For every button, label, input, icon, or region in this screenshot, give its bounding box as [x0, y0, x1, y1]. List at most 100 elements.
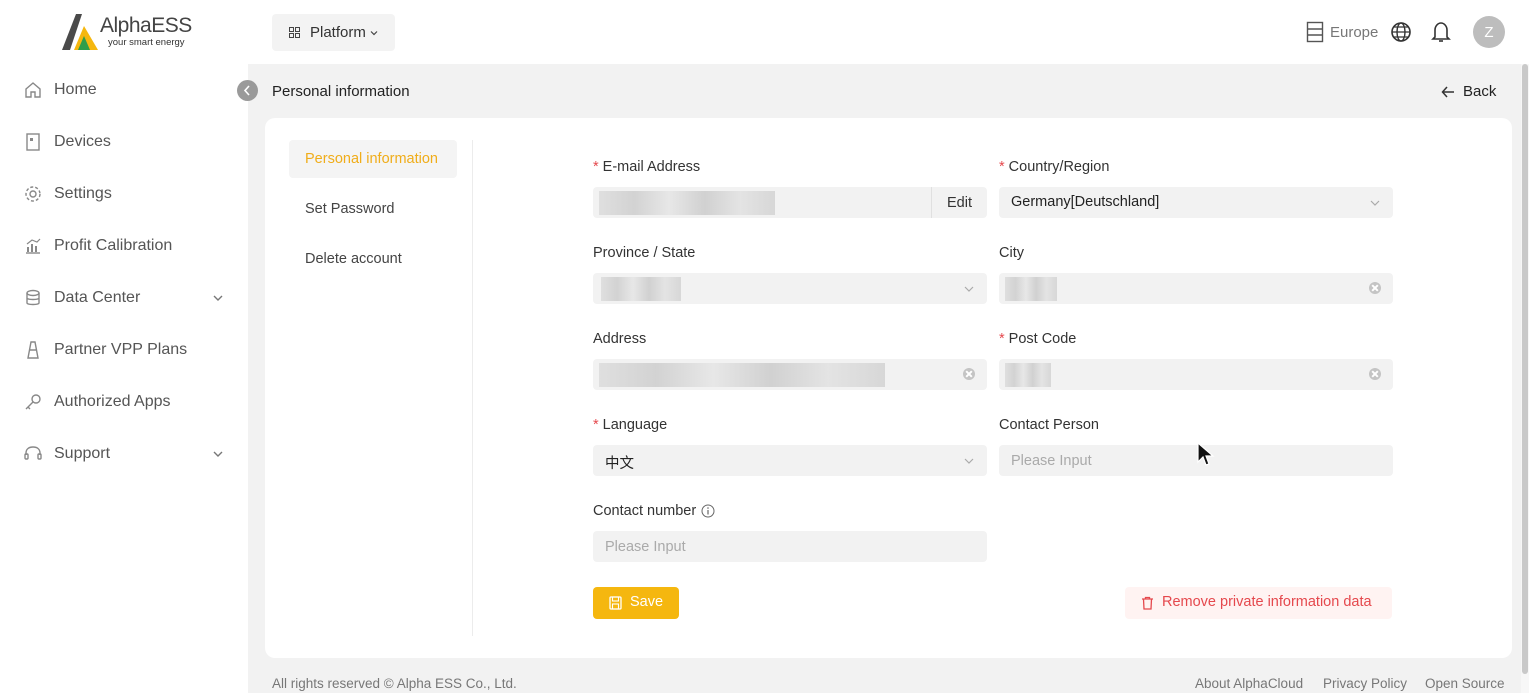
- vpp-icon: [27, 341, 39, 359]
- clear-icon[interactable]: [1369, 368, 1381, 380]
- page-title: Personal information: [272, 83, 410, 100]
- gear-icon: [25, 186, 41, 202]
- clear-icon[interactable]: [1369, 282, 1381, 294]
- top-bar: Platform Europe Z: [248, 0, 1529, 64]
- contact-person-label: Contact Person: [999, 417, 1099, 433]
- sidebar-item-home[interactable]: Home: [0, 70, 248, 110]
- about-alphacloud-link[interactable]: About AlphaCloud: [1195, 676, 1303, 691]
- globe-icon[interactable]: [1390, 21, 1412, 43]
- bell-icon[interactable]: [1430, 20, 1452, 44]
- required-mark: *: [999, 159, 1005, 175]
- contact-number-placeholder: Please Input: [605, 539, 686, 555]
- info-icon[interactable]: [701, 504, 715, 518]
- sidebar-item-label: Devices: [54, 133, 111, 150]
- remove-label: Remove private information data: [1162, 594, 1372, 610]
- chevron-down-icon: [213, 451, 223, 457]
- sidebar-item-devices[interactable]: Devices: [0, 122, 248, 162]
- trash-icon: [1142, 596, 1153, 610]
- language-select[interactable]: 中文: [593, 445, 987, 476]
- sidebar-item-label: Authorized Apps: [54, 393, 171, 410]
- contact-person-field[interactable]: Please Input: [999, 445, 1393, 476]
- database-icon: [26, 289, 40, 306]
- required-mark: *: [593, 417, 599, 433]
- logo-mark-icon: [62, 14, 98, 50]
- sidebar-item-label: Profit Calibration: [54, 237, 173, 254]
- postcode-field[interactable]: [999, 359, 1393, 390]
- required-mark: *: [999, 331, 1005, 347]
- sidebar-item-authorized-apps[interactable]: Authorized Apps: [0, 382, 248, 422]
- address-label: Address: [593, 331, 647, 347]
- clear-icon[interactable]: [963, 368, 975, 380]
- contact-number-label: Contact number: [593, 503, 715, 519]
- save-icon: [609, 596, 622, 610]
- platform-dropdown[interactable]: Platform: [272, 14, 395, 51]
- copyright-text: All rights reserved © Alpha ESS Co., Ltd…: [272, 676, 517, 691]
- tab-delete-account[interactable]: Delete account: [289, 240, 457, 278]
- content-card: Personal information Set Password Delete…: [265, 118, 1512, 658]
- email-label: * E-mail Address: [593, 159, 701, 175]
- redacted-city: [1005, 277, 1057, 301]
- sidebar-item-label: Settings: [54, 185, 112, 202]
- sidebar-item-label: Support: [54, 445, 111, 462]
- redacted-address: [599, 363, 885, 387]
- sidebar-collapse-button[interactable]: [237, 80, 258, 101]
- arrow-left-icon: [1441, 85, 1454, 98]
- privacy-policy-link[interactable]: Privacy Policy: [1323, 676, 1407, 691]
- scrollbar-thumb[interactable]: [1522, 64, 1528, 674]
- tab-personal-information[interactable]: Personal information: [289, 140, 457, 178]
- alphaess-logo[interactable]: AlphaESS your smart energy: [60, 12, 192, 52]
- sidebar-item-support[interactable]: Support: [0, 434, 248, 474]
- required-mark: *: [593, 159, 599, 175]
- language-value: 中文: [605, 456, 634, 472]
- sidebar-item-partner-vpp-plans[interactable]: Partner VPP Plans: [0, 330, 248, 370]
- server-icon: [1306, 21, 1324, 43]
- chart-icon: [26, 238, 41, 254]
- platform-label: Platform: [310, 24, 366, 41]
- save-label: Save: [630, 594, 664, 610]
- city-field[interactable]: [999, 273, 1393, 304]
- back-button[interactable]: Back: [1441, 83, 1496, 100]
- redacted-postcode: [1005, 363, 1051, 387]
- scrollbar[interactable]: [1521, 64, 1529, 693]
- sidebar-item-settings[interactable]: Settings: [0, 174, 248, 214]
- save-button[interactable]: Save: [593, 587, 679, 619]
- tab-set-password[interactable]: Set Password: [289, 190, 457, 228]
- language-label: * Language: [593, 417, 668, 433]
- chevron-down-icon: [1370, 200, 1380, 206]
- contact-person-placeholder: Please Input: [1011, 453, 1092, 469]
- chevron-left-icon: [243, 85, 250, 96]
- sidebar-item-label: Home: [54, 81, 97, 98]
- email-field: Edit: [593, 187, 987, 218]
- postcode-label: * Post Code: [999, 331, 1077, 347]
- chevron-down-icon: [964, 458, 974, 464]
- logo-name: AlphaESS: [100, 14, 192, 37]
- province-label: Province / State: [593, 245, 696, 261]
- support-icon: [24, 446, 42, 460]
- country-value: Germany[Deutschland]: [1011, 194, 1160, 210]
- chevron-down-icon: [213, 295, 223, 301]
- chevron-down-icon: [964, 286, 974, 292]
- sidebar-item-label: Partner VPP Plans: [54, 341, 188, 358]
- province-select[interactable]: [593, 273, 987, 304]
- back-label: Back: [1463, 83, 1497, 100]
- home-icon: [25, 82, 41, 98]
- avatar[interactable]: Z: [1473, 16, 1505, 48]
- address-field[interactable]: [593, 359, 987, 390]
- sidebar-item-label: Data Center: [54, 289, 141, 306]
- device-icon: [26, 133, 40, 151]
- region-selector[interactable]: Europe: [1306, 21, 1378, 43]
- region-label: Europe: [1330, 24, 1379, 41]
- open-source-link[interactable]: Open Source: [1425, 676, 1505, 691]
- sidebar-item-profit-calibration[interactable]: Profit Calibration: [0, 226, 248, 266]
- tabs-divider: [472, 140, 473, 636]
- sidebar-item-data-center[interactable]: Data Center: [0, 278, 248, 318]
- chevron-down-icon: [370, 31, 378, 36]
- email-edit-button[interactable]: Edit: [931, 187, 987, 218]
- country-select[interactable]: Germany[Deutschland]: [999, 187, 1393, 218]
- city-label: City: [999, 245, 1024, 261]
- contact-number-field[interactable]: Please Input: [593, 531, 987, 562]
- sidebar: AlphaESS your smart energy Home Devices …: [0, 0, 248, 693]
- remove-private-data-button[interactable]: Remove private information data: [1125, 587, 1392, 619]
- logo-tagline: your smart energy: [108, 37, 185, 48]
- redacted-email: [599, 191, 775, 215]
